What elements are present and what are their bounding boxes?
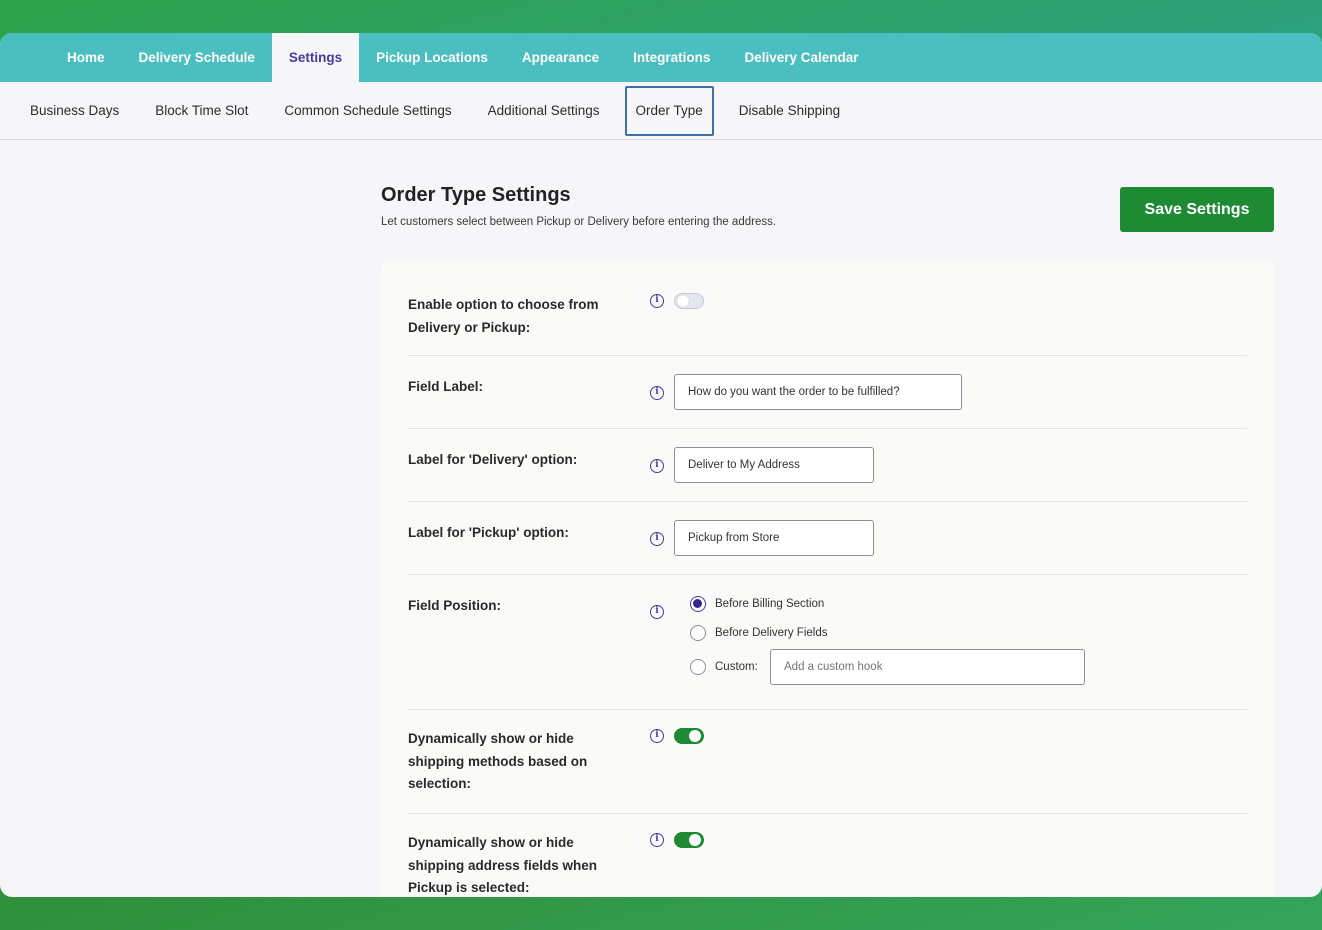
setting-label: Field Label: <box>408 379 484 394</box>
setting-row-delivery-label: Label for 'Delivery' option: i <box>408 429 1247 502</box>
settings-card: Enable option to choose from Delivery or… <box>381 259 1274 897</box>
radio-button[interactable] <box>690 659 706 675</box>
info-icon[interactable]: i <box>650 459 664 473</box>
setting-row-field-position: Field Position: i Before Billing Section… <box>408 575 1247 710</box>
field-label-input[interactable] <box>674 374 962 410</box>
app-window: Home Delivery Schedule Settings Pickup L… <box>0 33 1322 897</box>
tab-delivery-schedule[interactable]: Delivery Schedule <box>122 33 272 82</box>
main-content: Order Type Settings Let customers select… <box>0 140 1322 897</box>
custom-hook-input[interactable] <box>770 649 1085 685</box>
subtab-common-schedule-settings[interactable]: Common Schedule Settings <box>266 86 469 136</box>
radio-option-custom[interactable]: Custom: <box>690 659 758 675</box>
settings-sub-navigation: Business Days Block Time Slot Common Sch… <box>0 82 1322 140</box>
dynamic-shipping-methods-toggle[interactable] <box>674 728 704 744</box>
setting-label: Dynamically show or hide shipping addres… <box>408 835 598 895</box>
setting-row-pickup-label: Label for 'Pickup' option: i <box>408 502 1247 575</box>
setting-row-dynamic-address-fields: Dynamically show or hide shipping addres… <box>408 814 1247 897</box>
radio-label: Before Delivery Fields <box>715 627 828 639</box>
radio-button[interactable] <box>690 596 706 612</box>
page-title: Order Type Settings <box>381 184 571 206</box>
info-icon[interactable]: i <box>650 294 664 308</box>
radio-label: Custom: <box>715 661 758 673</box>
setting-row-enable-choice: Enable option to choose from Delivery or… <box>408 259 1247 356</box>
pickup-label-input[interactable] <box>674 520 874 556</box>
tab-pickup-locations[interactable]: Pickup Locations <box>359 33 505 82</box>
setting-row-dynamic-shipping-methods: Dynamically show or hide shipping method… <box>408 710 1247 814</box>
subtab-additional-settings[interactable]: Additional Settings <box>470 86 618 136</box>
info-icon[interactable]: i <box>650 729 664 743</box>
setting-label: Label for 'Delivery' option: <box>408 452 578 467</box>
radio-label: Before Billing Section <box>715 598 825 610</box>
setting-label: Enable option to choose from Delivery or… <box>408 297 599 335</box>
subtab-order-type[interactable]: Order Type <box>624 85 714 136</box>
setting-label: Label for 'Pickup' option: <box>408 525 569 540</box>
tab-settings[interactable]: Settings <box>271 33 360 82</box>
radio-button[interactable] <box>690 625 706 641</box>
toggle-knob <box>677 295 689 307</box>
page-description: Let customers select between Pickup or D… <box>381 216 777 228</box>
info-icon[interactable]: i <box>650 833 664 847</box>
toggle-knob <box>689 834 701 846</box>
info-icon[interactable]: i <box>650 386 664 400</box>
subtab-block-time-slot[interactable]: Block Time Slot <box>137 86 266 136</box>
radio-option-before-delivery-fields[interactable]: Before Delivery Fields <box>690 625 827 641</box>
tab-integrations[interactable]: Integrations <box>616 33 727 82</box>
subtab-business-days[interactable]: Business Days <box>12 86 137 136</box>
delivery-label-input[interactable] <box>674 447 874 483</box>
tab-delivery-calendar[interactable]: Delivery Calendar <box>727 33 875 82</box>
dynamic-address-fields-toggle[interactable] <box>674 832 704 848</box>
info-icon[interactable]: i <box>650 532 664 546</box>
info-icon[interactable]: i <box>650 605 664 619</box>
setting-row-field-label: Field Label: i <box>408 356 1247 429</box>
tab-appearance[interactable]: Appearance <box>505 33 616 82</box>
enable-delivery-pickup-toggle[interactable] <box>674 293 704 309</box>
setting-label: Field Position: <box>408 598 501 613</box>
tab-home[interactable]: Home <box>50 33 122 82</box>
save-settings-button[interactable]: Save Settings <box>1120 187 1274 232</box>
subtab-disable-shipping[interactable]: Disable Shipping <box>721 86 858 136</box>
top-navigation: Home Delivery Schedule Settings Pickup L… <box>0 33 1322 82</box>
radio-option-before-billing[interactable]: Before Billing Section <box>690 596 824 612</box>
toggle-knob <box>689 730 701 742</box>
setting-label: Dynamically show or hide shipping method… <box>408 731 588 791</box>
